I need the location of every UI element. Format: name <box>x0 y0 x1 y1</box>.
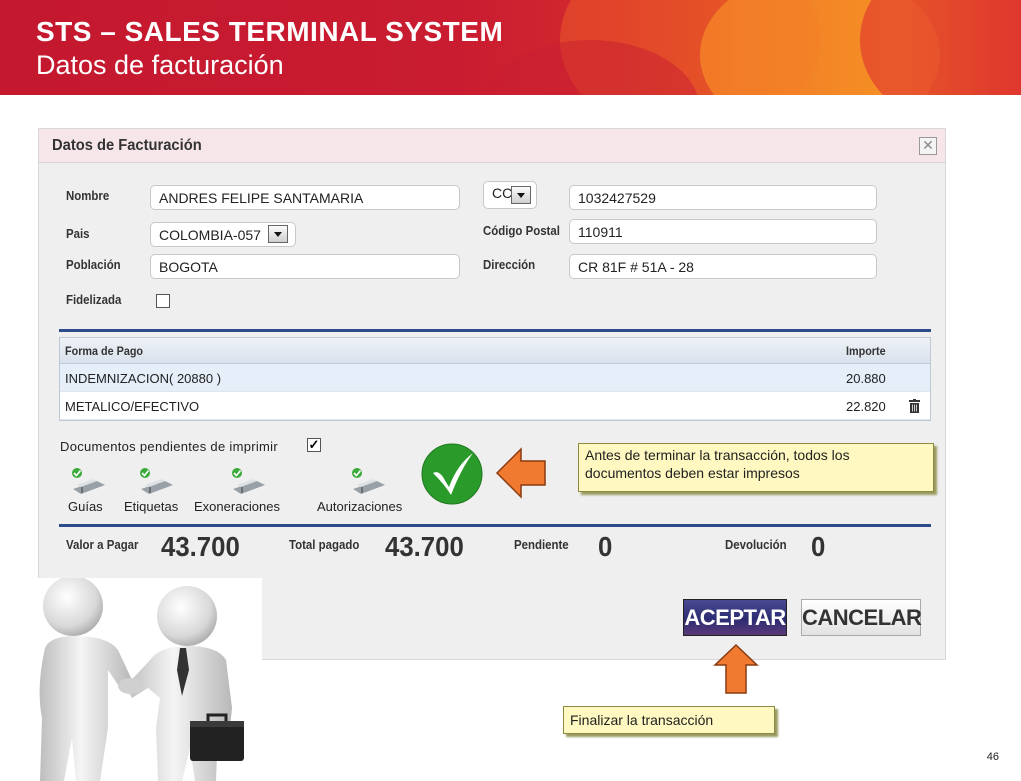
documents-pending-label: Documentos pendientes de imprimir <box>60 439 278 454</box>
pendiente-value: 0 <box>598 531 613 562</box>
valor-a-pagar-value: 43.700 <box>161 531 240 562</box>
section-divider <box>59 329 931 332</box>
close-icon[interactable]: ✕ <box>919 137 937 155</box>
dialog-title: Datos de Facturación <box>52 137 202 154</box>
slide: STS – SALES TERMINAL SYSTEM Datos de fac… <box>0 0 1021 781</box>
poblacion-input[interactable]: BOGOTA <box>150 254 460 279</box>
devolucion-label: Devolución <box>725 537 787 552</box>
green-check-icon <box>421 443 483 505</box>
orange-arrow-up-icon <box>713 643 759 694</box>
nombre-label: Nombre <box>66 188 110 203</box>
accept-button[interactable]: ACEPTAR <box>683 599 787 636</box>
page-number: 46 <box>986 751 999 763</box>
printer-check-icon[interactable] <box>347 467 387 497</box>
payment-table: Forma de Pago Importe INDEMNIZACION( 208… <box>59 337 931 421</box>
print-documents-callout: Antes de terminar la transacción, todos … <box>578 443 934 492</box>
column-header-forma-pago: Forma de Pago <box>65 344 144 358</box>
print-autorizaciones-label[interactable]: Autorizaciones <box>317 499 402 514</box>
devolucion-value: 0 <box>811 531 826 562</box>
orange-arrow-left-icon <box>495 447 546 499</box>
codigo-postal-input[interactable]: 110911 <box>569 219 877 244</box>
doc-type-value: CC <box>492 185 513 201</box>
cancel-button[interactable]: CANCELAR <box>801 599 922 636</box>
header-banner: STS – SALES TERMINAL SYSTEM Datos de fac… <box>0 0 1021 95</box>
page-title: STS – SALES TERMINAL SYSTEM <box>36 16 504 47</box>
valor-a-pagar-label: Valor a Pagar <box>66 537 139 552</box>
direccion-label: Dirección <box>483 257 536 272</box>
fidelizada-checkbox[interactable] <box>156 294 170 308</box>
print-guias-label[interactable]: Guías <box>68 499 103 514</box>
payment-method-cell: METALICO/EFECTIVO <box>65 399 200 414</box>
fidelizada-label: Fidelizada <box>66 292 122 307</box>
direccion-input[interactable]: CR 81F # 51A - 28 <box>569 254 877 279</box>
column-header-importe: Importe <box>846 344 886 358</box>
nombre-input[interactable]: ANDRES FELIPE SANTAMARIA <box>150 185 460 210</box>
pendiente-label: Pendiente <box>514 537 569 552</box>
pais-dropdown-button[interactable] <box>268 225 288 243</box>
dialog-header: Datos de Facturación ✕ <box>39 129 945 163</box>
table-row[interactable]: INDEMNIZACION( 20880 ) 20.880 <box>60 364 930 392</box>
doc-type-dropdown-button[interactable] <box>511 186 531 204</box>
poblacion-label: Población <box>66 257 121 272</box>
payment-table-header: Forma de Pago Importe <box>60 338 930 364</box>
table-row[interactable]: METALICO/EFECTIVO 22.820 <box>60 392 930 420</box>
finish-transaction-callout: Finalizar la transacción <box>563 706 775 734</box>
total-pagado-label: Total pagado <box>289 537 360 552</box>
handshake-figures-illustration <box>30 578 262 781</box>
page-subtitle: Datos de facturación <box>36 50 284 80</box>
doc-number-input[interactable]: 1032427529 <box>569 185 877 210</box>
print-exoneraciones-label[interactable]: Exoneraciones <box>194 499 280 514</box>
pais-label: Pais <box>66 226 90 241</box>
print-etiquetas-label[interactable]: Etiquetas <box>124 499 178 514</box>
payment-amount-cell: 20.880 <box>846 371 886 386</box>
codigo-postal-label: Código Postal <box>483 223 560 238</box>
printer-check-icon[interactable] <box>67 467 107 497</box>
section-divider <box>59 524 931 527</box>
printer-check-icon[interactable] <box>135 467 175 497</box>
documents-pending-checkbox[interactable]: ✓ <box>307 438 321 452</box>
trash-icon[interactable] <box>909 399 920 413</box>
payment-amount-cell: 22.820 <box>846 399 886 414</box>
total-pagado-value: 43.700 <box>385 531 464 562</box>
banner-swirl <box>860 0 1021 95</box>
printer-check-icon[interactable] <box>227 467 267 497</box>
payment-method-cell: INDEMNIZACION( 20880 ) <box>65 371 222 386</box>
